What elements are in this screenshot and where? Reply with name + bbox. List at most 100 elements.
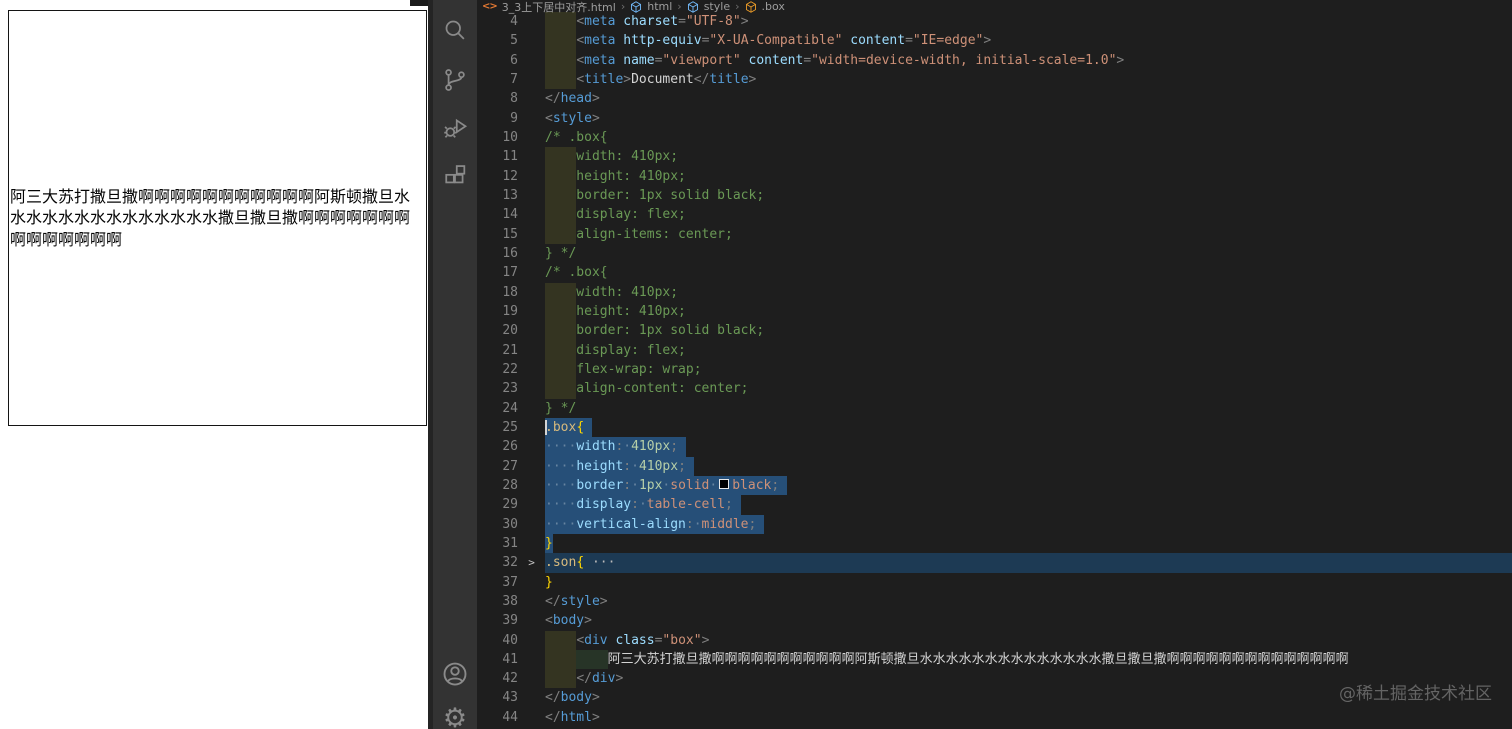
line-number[interactable]: 11 [477, 147, 518, 166]
line-number[interactable]: 5 [477, 31, 518, 50]
code-line[interactable]: 15 align-items: center; [477, 224, 1512, 244]
code-text[interactable]: </style> [545, 592, 1512, 611]
code-text[interactable]: /* .box{ [545, 263, 1512, 282]
line-number[interactable]: 10 [477, 128, 518, 147]
line-number[interactable]: 43 [477, 688, 518, 707]
line-number[interactable]: 27 [477, 457, 518, 476]
line-number[interactable]: 42 [477, 669, 518, 688]
search-icon[interactable] [433, 16, 477, 44]
code-line[interactable]: 41 阿三大苏打撒旦撒啊啊啊啊啊啊啊啊啊啊啊阿斯顿撒旦水水水水水水水水水水水水水… [477, 649, 1512, 670]
code-text[interactable]: border: 1px solid black; [545, 185, 1512, 206]
code-line[interactable]: 39 <body> [477, 611, 1512, 630]
code-line[interactable]: 22 flex-wrap: wrap; [477, 359, 1512, 380]
code-line[interactable]: 6 <meta name="viewport" content="width=d… [477, 50, 1512, 70]
line-number[interactable]: 7 [477, 70, 518, 89]
line-number[interactable]: 4 [477, 12, 518, 31]
line-number[interactable]: 22 [477, 360, 518, 379]
line-number[interactable]: 31 [477, 534, 518, 553]
code-text[interactable]: border: 1px solid black; [545, 321, 1512, 341]
code-line[interactable]: 29 ····display:·table-cell; [477, 495, 1512, 515]
code-line[interactable]: 8 </head> [477, 89, 1512, 108]
code-text[interactable]: <title>Document</title> [545, 69, 1512, 90]
line-number[interactable]: 12 [477, 167, 518, 186]
code-line[interactable]: 4 <meta charset="UTF-8"> [477, 12, 1512, 32]
css-color-swatch[interactable] [719, 479, 730, 490]
line-number[interactable]: 6 [477, 51, 518, 70]
code-text[interactable]: .son{ ··· [545, 553, 1512, 573]
code-text[interactable]: height: 410px; [545, 166, 1512, 186]
code-text[interactable]: height: 410px; [545, 301, 1512, 322]
code-line[interactable]: 5 <meta http-equiv = "X-UA-Compatible" con… [477, 31, 1512, 51]
code-line[interactable]: 40 <div class="box"> [477, 630, 1512, 650]
line-number[interactable]: 21 [477, 341, 518, 360]
code-line[interactable]: 23 align-content: center; [477, 379, 1512, 399]
code-text[interactable]: /* .box{ [545, 128, 1512, 147]
code-line[interactable]: 18 width: 410px; [477, 282, 1512, 302]
line-number[interactable]: 29 [477, 495, 518, 514]
code-line[interactable]: 21 display: flex; [477, 340, 1512, 360]
run-and-debug-icon[interactable] [433, 114, 477, 142]
code-text[interactable]: ····display:·table-cell; [545, 495, 1512, 515]
fold-chevron-icon[interactable]: > [518, 553, 545, 572]
line-number[interactable]: 41 [477, 650, 518, 669]
code-text[interactable]: </html> [545, 708, 1512, 727]
code-line[interactable]: 24} */ [477, 399, 1512, 418]
code-line[interactable]: 27 ····height:·410px; [477, 456, 1512, 476]
code-text[interactable]: .box{ [545, 417, 1512, 438]
code-line[interactable]: 14 display: flex; [477, 205, 1512, 225]
line-number[interactable]: 20 [477, 321, 518, 340]
code-text[interactable]: } [545, 533, 1512, 554]
code-line[interactable]: 16} */ [477, 244, 1512, 263]
code-text[interactable]: width: 410px; [545, 147, 1512, 167]
code-line[interactable]: 38 </style> [477, 592, 1512, 611]
code-text[interactable]: display: flex; [545, 340, 1512, 360]
code-line[interactable]: 9 <style> [477, 109, 1512, 128]
code-text[interactable]: flex-wrap: wrap; [545, 359, 1512, 380]
code-line[interactable]: 19 height: 410px; [477, 301, 1512, 322]
line-number[interactable]: 19 [477, 302, 518, 321]
code-line[interactable]: 28 ····border:·1px·solid· black; [477, 475, 1512, 496]
line-number[interactable]: 28 [477, 476, 518, 495]
line-number[interactable]: 30 [477, 515, 518, 534]
line-number[interactable]: 38 [477, 592, 518, 611]
line-number[interactable]: 23 [477, 379, 518, 398]
code-line[interactable]: 25 .box{ [477, 417, 1512, 438]
code-text[interactable]: align-content: center; [545, 379, 1512, 399]
code-line[interactable]: 13 border: 1px solid black; [477, 185, 1512, 206]
code-line[interactable]: 17 /* .box{ [477, 263, 1512, 282]
code-text[interactable]: } [545, 573, 1512, 592]
code-text[interactable]: } */ [545, 244, 1512, 263]
code-text[interactable]: 阿三大苏打撒旦撒啊啊啊啊啊啊啊啊啊啊啊阿斯顿撒旦水水水水水水水水水水水水水水撒旦… [545, 649, 1512, 670]
code-text[interactable]: <meta name="viewport" content="width=dev… [545, 50, 1512, 70]
code-text[interactable]: <div class="box"> [545, 630, 1512, 650]
line-number[interactable]: 26 [477, 437, 518, 456]
code-line[interactable]: 12 height: 410px; [477, 166, 1512, 186]
line-number[interactable]: 9 [477, 109, 518, 128]
extensions-icon[interactable] [433, 162, 477, 190]
code-text[interactable]: ····border:·1px·solid· black; [545, 475, 1512, 496]
code-text[interactable]: <style> [545, 109, 1512, 128]
line-number[interactable]: 24 [477, 399, 518, 418]
line-number[interactable]: 17 [477, 263, 518, 282]
code-text[interactable]: </head> [545, 89, 1512, 108]
line-number[interactable]: 8 [477, 89, 518, 108]
code-line[interactable]: 7 <title>Document</title> [477, 69, 1512, 90]
code-text[interactable]: ····height:·410px; [545, 456, 1512, 476]
code-text[interactable]: <meta http-equiv = "X-UA-Compatible" conte… [545, 31, 1512, 51]
line-number[interactable]: 39 [477, 611, 518, 630]
line-number[interactable]: 44 [477, 708, 518, 727]
code-text[interactable]: display: flex; [545, 205, 1512, 225]
code-line[interactable]: 37} [477, 573, 1512, 592]
line-number[interactable]: 32 [477, 553, 518, 572]
code-line[interactable]: 11 width: 410px; [477, 147, 1512, 167]
code-line[interactable]: 32 > .son{ ··· [477, 553, 1512, 573]
line-number[interactable]: 15 [477, 225, 518, 244]
code-text[interactable]: ····width:·410px; [545, 437, 1512, 457]
line-number[interactable]: 25 [477, 418, 518, 437]
line-number[interactable]: 37 [477, 573, 518, 592]
source-control-icon[interactable] [433, 66, 477, 94]
code-text[interactable]: ····vertical-align:·middle; [545, 514, 1512, 534]
code-line[interactable]: 20 border: 1px solid black; [477, 321, 1512, 341]
line-number[interactable]: 40 [477, 631, 518, 650]
account-icon[interactable] [433, 659, 477, 689]
